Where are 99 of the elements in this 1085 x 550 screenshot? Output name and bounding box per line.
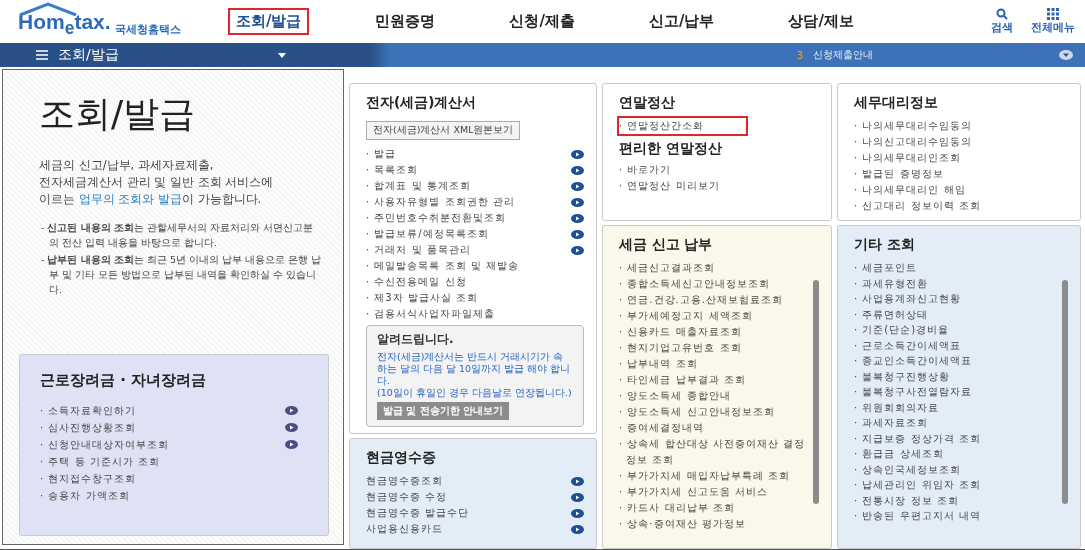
nav-tab[interactable]: 신청/제출 (501, 7, 583, 35)
xml-view-button[interactable]: 전자(세금)계산서 XML원본보기 (366, 121, 521, 140)
page-title: 조회/발급 (39, 92, 197, 136)
menu-link[interactable]: · 메일발송목록 조회 및 재발송 (366, 259, 519, 273)
menu-link[interactable]: · 신용카드 매출자료조회 (619, 324, 807, 340)
menu-link[interactable]: · 근로소득간이세액표 (854, 337, 1056, 353)
menu-link[interactable]: · 주민번호수취분전환및조회 (366, 211, 507, 225)
menu-link[interactable]: · 주류면허상태 (854, 306, 1056, 322)
card-title: 연말정산 (619, 94, 676, 112)
nav-tab[interactable]: 신고/납부 (640, 7, 723, 35)
menu-link[interactable]: · 과세유형전환 (854, 275, 1056, 291)
menu-link[interactable]: · 발급된 증명정보 (854, 166, 1068, 182)
nav-tab[interactable]: 민원증명 (367, 7, 444, 35)
menu-link[interactable]: · 주택 등 기준시가 조회 (40, 454, 160, 469)
menu-link[interactable]: · 불복청구사전열람자료 (854, 384, 1056, 400)
notice-count: 3 (796, 49, 803, 61)
menu-link[interactable]: · 세금포인트 (854, 260, 1056, 276)
card-title: 현금영수증 (366, 449, 437, 467)
menu-link[interactable]: 현금영수증 수정 (366, 490, 448, 504)
menu-link[interactable]: · 납세관리인 위임자 조회 (854, 477, 1056, 493)
menu-link[interactable]: · 현지기업고유번호 조회 (619, 340, 807, 356)
menu-link[interactable]: · 납부내역 조회 (619, 356, 807, 372)
menu-link[interactable]: · 부가가치세 매입자납부특례 조회 (619, 468, 807, 484)
scroll-bar[interactable] (813, 280, 819, 504)
menu-link[interactable]: · 종합소득세신고안내정보조회 (619, 276, 807, 292)
card-title: 세무대리정보 (854, 94, 939, 112)
card-title: 편리한 연말정산 (619, 140, 723, 158)
menu-link[interactable]: · 거래처 및 품목관리 (366, 243, 471, 257)
menu-link[interactable]: · 양도소득세 신고안내정보조회 (619, 404, 807, 420)
card-title: 세금 신고 납부 (619, 236, 714, 254)
search-icon (996, 7, 1008, 20)
menu-link[interactable]: · 제3자 발급사실 조회 (366, 291, 479, 305)
menu-link[interactable]: 사업용신용카드 (366, 522, 443, 536)
menu-link[interactable]: · 발급 (366, 147, 397, 161)
nav-tab[interactable]: 상담/제보 (780, 7, 862, 35)
notice-link[interactable]: 신청제출안내 (813, 48, 873, 62)
menu-link[interactable]: · 상속세 합산대상 사전증여재산 결정정보 조회 (619, 436, 807, 468)
menu-link[interactable]: · 반송된 우편고지서 내역 (854, 508, 1056, 524)
card-title: 전자(세금)계산서 (366, 94, 478, 112)
menu-link[interactable]: · 현지접수창구조회 (40, 471, 137, 486)
menu-link[interactable]: 현금영수증조회 (366, 474, 443, 488)
nav-tab[interactable]: 조회/발급 (228, 7, 310, 35)
grid-menu-icon (1047, 7, 1059, 20)
menu-link[interactable]: · 지급보증 정상가격 조회 (854, 430, 1056, 446)
menu-link[interactable]: · 종교인소득간이세액표 (854, 353, 1056, 369)
menu-link[interactable]: · 타인세금 납부결과 조회 (619, 372, 807, 388)
menu-link[interactable]: · 수신전용메일 신청 (366, 275, 467, 289)
menu-link[interactable]: · 전통시장 정보 조회 (854, 492, 1056, 508)
menu-link[interactable]: · 연말정산간소화 (619, 118, 746, 134)
notice-note: (10일이 휴일인 경우 다음날로 연장됩니다.) (377, 387, 573, 399)
menu-link[interactable]: · 상속·증여재산 평가정보 (619, 516, 807, 532)
menu-link[interactable]: · 카드사 대리납부 조회 (619, 500, 807, 516)
menu-link[interactable]: · 세금신고결과조회 (619, 260, 807, 276)
menu-link[interactable]: · 부가세예정고지 세액조회 (619, 308, 807, 324)
menu-link[interactable]: · 사용자유형별 조회권한 관리 (366, 195, 515, 209)
menu-link[interactable]: · 위원회회의자료 (854, 399, 1056, 415)
menu-link[interactable]: · 부가가치세 신고도움 서비스 (619, 484, 807, 500)
menu-link[interactable]: · 사업용계좌신고현황 (854, 291, 1056, 307)
menu-link[interactable]: · 소득자료확인하기 (40, 403, 137, 418)
menu-link[interactable]: · 발급보류/예정목록조회 (366, 227, 489, 241)
card-title: 근로장려금 · 자녀장려금 (40, 371, 208, 390)
caret-icon[interactable] (278, 52, 286, 58)
menu-icon[interactable] (36, 50, 48, 60)
tool-button[interactable]: 검색 (991, 7, 1013, 35)
menu-link[interactable]: · 바로가기 (619, 162, 819, 178)
logo[interactable]: Hom$_{e}$tax. (18, 10, 111, 40)
card-title: 기타 조회 (854, 236, 916, 254)
menu-link[interactable]: · 연금.건강.고용.산재보험료조회 (619, 292, 807, 308)
menu-link[interactable]: · 상속인국세정보조회 (854, 461, 1056, 477)
menu-link[interactable]: · 승용차 가액조회 (40, 488, 130, 503)
menu-link[interactable]: · 검용서식사업자파일제출 (366, 307, 496, 321)
menu-link[interactable]: · 과세자료조회 (854, 415, 1056, 431)
menu-link[interactable]: · 나의세무대리수임동의 (854, 118, 1068, 134)
notice-text: 전자(세금)계산서는 반드시 거래시기가 속하는 달의 다음 달 10일까지 발급 해야 합니다. (377, 351, 572, 387)
note-text: - 신고된 내용의 조회는 관할세무서의 자료처리와 서면신고분의 전산 입력 내용을 바탕으로 합니다. (41, 221, 315, 250)
notice-title: 알려드립니다. (377, 331, 455, 348)
section-title: 조회/발급 (58, 46, 119, 64)
menu-link[interactable]: · 나의신고대리수임동의 (854, 134, 1068, 150)
menu-link[interactable]: · 합계표 및 통계조회 (366, 179, 471, 193)
brand-name: 국세청홈택스 (114, 21, 181, 37)
menu-link[interactable]: · 양도소득세 종합안내 (619, 388, 807, 404)
menu-link[interactable]: · 기준(단순)경비율 (854, 322, 1056, 338)
menu-link[interactable]: · 나의세무대리인 해임 (854, 182, 1068, 198)
menu-link[interactable]: · 증여세결정내역 (619, 420, 807, 436)
expand-icon[interactable] (1059, 50, 1073, 60)
menu-link[interactable]: · 신청안내대상자여부조회 (40, 437, 170, 452)
menu-link[interactable]: · 나의세무대리인조회 (854, 150, 1068, 166)
menu-link[interactable]: · 환급금 상세조회 (854, 446, 1056, 462)
note-text: - 납부된 내용의 조회는 최근 5년 이내의 납부 내용으로 은행 납부 및 기타 모든 방법으로 납부된 내역을 확인하실 수 있습니다. (41, 253, 323, 297)
menu-link[interactable]: · 불복청구진행상황 (854, 368, 1056, 384)
menu-link[interactable]: · 심사진행상황조회 (40, 420, 137, 435)
house-roof-icon (18, 2, 78, 17)
intro-paragraph: 세금의 신고/납부, 과세자료제출, 전자세금계산서 관리 및 일반 조회 서비스에 이르는 업무의 조회와 발급이 가능합니다. (39, 157, 275, 208)
scroll-bar[interactable] (1062, 280, 1068, 504)
menu-link[interactable]: · 목록조회 (366, 163, 419, 177)
menu-link[interactable]: 현금영수증 발급수단 (366, 506, 470, 520)
menu-link[interactable]: · 연말정산 미리보기 (619, 178, 819, 194)
menu-link[interactable]: · 신고대리 정보이력 조회 (854, 198, 1068, 214)
tool-button[interactable]: 전체메뉴 (1031, 7, 1075, 35)
